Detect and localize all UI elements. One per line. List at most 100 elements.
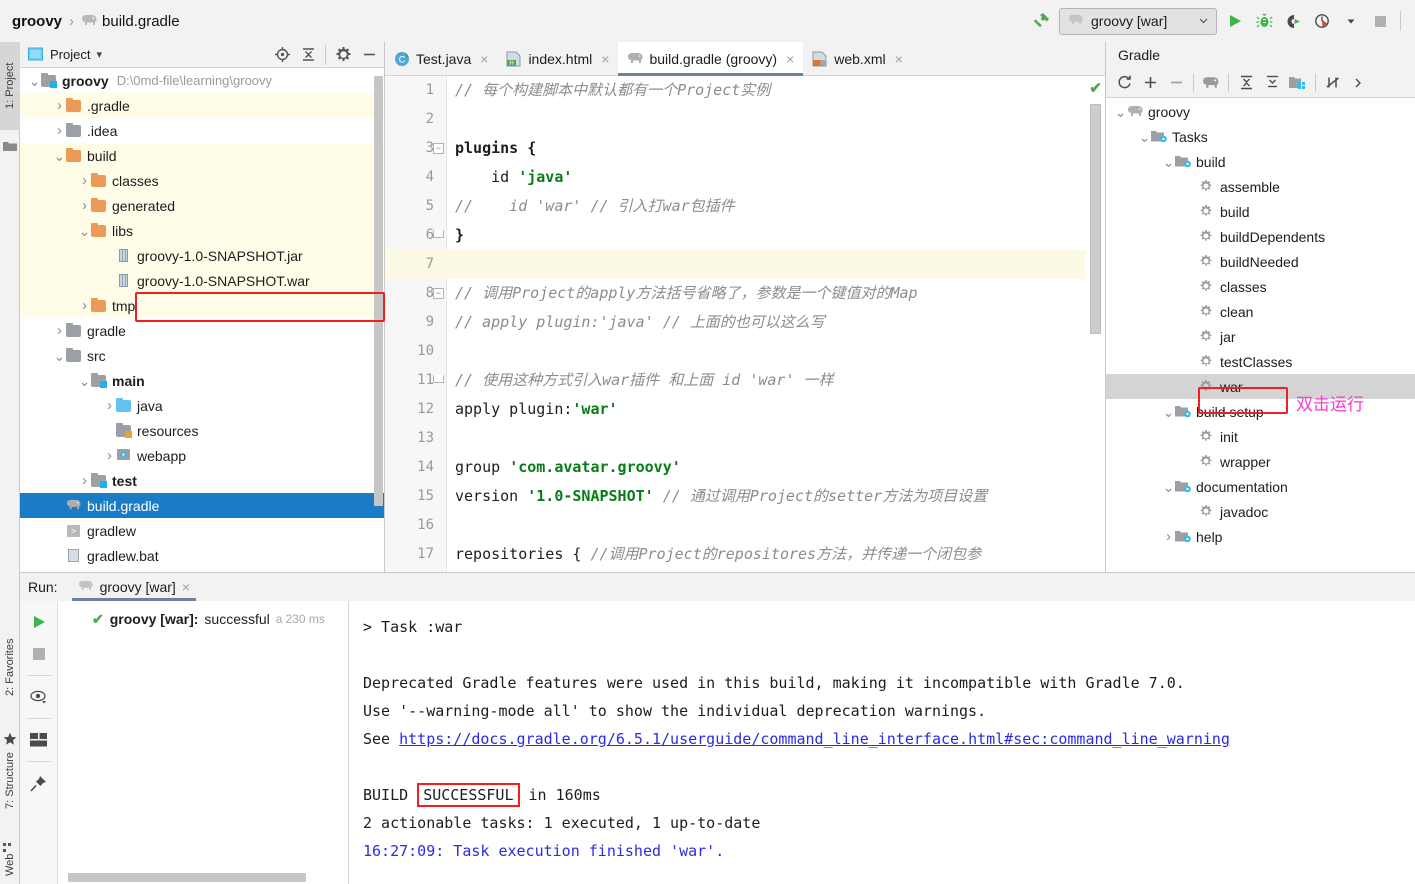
code-line[interactable]	[447, 250, 1085, 279]
chevron-right-icon[interactable]: ›	[53, 97, 66, 114]
chevron-down-icon[interactable]: ⌄	[53, 349, 66, 363]
chevron-right-icon[interactable]: ›	[78, 297, 91, 314]
chevron-right-icon[interactable]: ›	[1162, 528, 1175, 545]
chevron-down-icon[interactable]: ⌄	[78, 374, 91, 388]
project-tree-row[interactable]: › .gradle	[20, 93, 384, 118]
code-line[interactable]: // id 'war' // 引入打war包插件	[447, 192, 1085, 221]
run-tab-groovy-war[interactable]: groovy [war] ×	[71, 573, 197, 601]
project-tree-row[interactable]: gradlew.bat	[20, 543, 384, 568]
project-tree-row[interactable]: › .idea	[20, 118, 384, 143]
close-icon[interactable]: ×	[601, 51, 609, 67]
gradle-task-row[interactable]: ⌄ groovy	[1106, 99, 1415, 124]
editor-tab[interactable]: Hindex.html ×	[497, 42, 618, 75]
gear-icon[interactable]	[332, 44, 354, 66]
project-tree-row[interactable]: › gradle	[20, 318, 384, 343]
layout-icon[interactable]	[26, 727, 52, 753]
toggle-offline-icon[interactable]	[1321, 71, 1345, 95]
gradle-task-row[interactable]: buildNeeded	[1106, 249, 1415, 274]
code-line[interactable]: // 调用Project的apply方法括号省略了，参数是一个键值对的Map	[447, 279, 1085, 308]
chevron-right-icon[interactable]: ›	[78, 172, 91, 189]
close-icon[interactable]: ×	[786, 51, 794, 67]
close-icon[interactable]: ×	[895, 51, 903, 67]
run-horizontal-scrollbar[interactable]	[68, 873, 306, 882]
chevron-right-icon[interactable]: ›	[103, 447, 116, 464]
chevron-down-icon[interactable]: ⌄	[1114, 105, 1127, 119]
project-tree-row[interactable]: › test	[20, 468, 384, 493]
project-tree-row[interactable]: ⌄ groovy D:\0md-file\learning\groovy	[20, 68, 384, 93]
code-line[interactable]: version '1.0-SNAPSHOT' // 通过调用Project的se…	[447, 482, 1085, 511]
code-editor[interactable]: 1 2 3−4 5 6 7 8−9 10 11 12 13 14 15 16 17 // 每个构建脚本中默认…	[385, 76, 1105, 572]
code-line[interactable]: apply plugin:'war'	[447, 395, 1085, 424]
stop-icon[interactable]	[26, 641, 52, 667]
hammer-icon[interactable]	[1030, 10, 1052, 32]
fold-collapse-icon[interactable]: −	[433, 288, 444, 299]
gradle-task-tree[interactable]: ⌄ groovy ⌄ Tasks ⌄ build assemble build buildDep…	[1106, 99, 1415, 572]
project-tree-row[interactable]: ⌄ build	[20, 143, 384, 168]
project-tree-row[interactable]: ⌄ libs	[20, 218, 384, 243]
run-result-tree[interactable]: ✔ groovy [war]: successful a 230 ms	[58, 601, 349, 884]
chevron-right-icon[interactable]: ›	[78, 472, 91, 489]
run-button[interactable]	[1224, 10, 1246, 32]
project-tree-row[interactable]: resources	[20, 418, 384, 443]
editor-tab[interactable]: C Test.java ×	[385, 42, 497, 75]
project-tree-row[interactable]: build.gradle	[20, 493, 384, 518]
code-line[interactable]: // apply plugin:'java' // 上面的也可以这么写	[447, 308, 1085, 337]
gradle-task-row[interactable]: jar	[1106, 324, 1415, 349]
code-line[interactable]: repositories { //调用Project的repositores方法…	[447, 540, 1085, 569]
project-view-chevron-icon[interactable]: ▾	[96, 48, 102, 61]
gradle-task-row[interactable]: assemble	[1106, 174, 1415, 199]
gradle-task-row[interactable]: › help	[1106, 524, 1415, 549]
code-line[interactable]	[447, 424, 1085, 453]
editor-code-lines[interactable]: // 每个构建脚本中默认都有一个Project实例 plugins { id '…	[447, 76, 1085, 572]
run-result-row[interactable]: ✔ groovy [war]: successful a 230 ms	[58, 607, 348, 631]
chevron-down-icon[interactable]: ⌄	[28, 74, 41, 88]
code-line[interactable]: }	[447, 221, 1085, 250]
collapse-all-icon[interactable]	[297, 44, 319, 66]
rerun-icon[interactable]	[26, 609, 52, 635]
code-line[interactable]: id 'java'	[447, 163, 1085, 192]
chevron-down-icon[interactable]: ⌄	[1162, 480, 1175, 494]
editor-tab[interactable]: web.xml ×	[803, 42, 912, 75]
chevron-right-icon[interactable]: ›	[78, 197, 91, 214]
sidebar-item-project[interactable]: 1: Project	[0, 42, 20, 130]
gradle-task-row[interactable]: init	[1106, 424, 1415, 449]
gradle-task-row[interactable]: clean	[1106, 299, 1415, 324]
editor-scrollbar[interactable]	[1090, 104, 1101, 334]
chevron-down-icon[interactable]: ⌄	[1138, 130, 1151, 144]
code-line[interactable]: group 'com.avatar.groovy'	[447, 453, 1085, 482]
close-icon[interactable]: ×	[182, 579, 190, 595]
run-console-output[interactable]: > Task :war Deprecated Gradle features w…	[349, 601, 1415, 884]
tasks-view-icon[interactable]	[1286, 71, 1310, 95]
project-file-tree[interactable]: ⌄ groovy D:\0md-file\learning\groovy › .grad…	[20, 68, 384, 572]
run-with-coverage-button[interactable]	[1282, 10, 1304, 32]
code-line[interactable]: // 使用这种方式引入war插件 和上面 id 'war' 一样	[447, 366, 1085, 395]
gradle-task-row[interactable]: classes	[1106, 274, 1415, 299]
collapse-all-icon[interactable]	[1260, 71, 1284, 95]
chevron-right-icon[interactable]: ›	[53, 122, 66, 139]
gradle-task-row[interactable]: wrapper	[1106, 449, 1415, 474]
project-tree-row[interactable]: › tmp	[20, 293, 384, 318]
remove-icon[interactable]	[1164, 71, 1188, 95]
profiler-dropdown-icon[interactable]	[1340, 10, 1362, 32]
gradle-task-row[interactable]: ⌄ Tasks	[1106, 124, 1415, 149]
project-tree-row[interactable]: groovy-1.0-SNAPSHOT.jar	[20, 243, 384, 268]
chevron-down-icon[interactable]: ⌄	[53, 149, 66, 163]
pin-icon[interactable]	[26, 770, 52, 796]
gradle-task-row[interactable]: buildDependents	[1106, 224, 1415, 249]
chevron-down-icon[interactable]: ⌄	[78, 224, 91, 238]
breadcrumb-project[interactable]: groovy	[12, 13, 62, 30]
breadcrumb-file[interactable]: build.gradle	[102, 13, 180, 30]
more-icon[interactable]	[1347, 71, 1371, 95]
gradle-elephant-icon[interactable]	[1199, 71, 1223, 95]
chevron-right-icon[interactable]: ›	[53, 322, 66, 339]
gradle-task-row[interactable]: ⌄ build	[1106, 149, 1415, 174]
project-tree-row[interactable]: ⌄ main	[20, 368, 384, 393]
gradle-task-row[interactable]: javadoc	[1106, 499, 1415, 524]
chevron-down-icon[interactable]: ⌄	[1162, 405, 1175, 419]
project-tree-row[interactable]: ⌄ src	[20, 343, 384, 368]
code-line[interactable]: plugins {	[447, 134, 1085, 163]
refresh-icon[interactable]	[1112, 71, 1136, 95]
fold-collapse-icon[interactable]: −	[433, 143, 444, 154]
filter-icon[interactable]	[26, 684, 52, 710]
inspection-ok-icon[interactable]: ✔	[1089, 79, 1102, 97]
